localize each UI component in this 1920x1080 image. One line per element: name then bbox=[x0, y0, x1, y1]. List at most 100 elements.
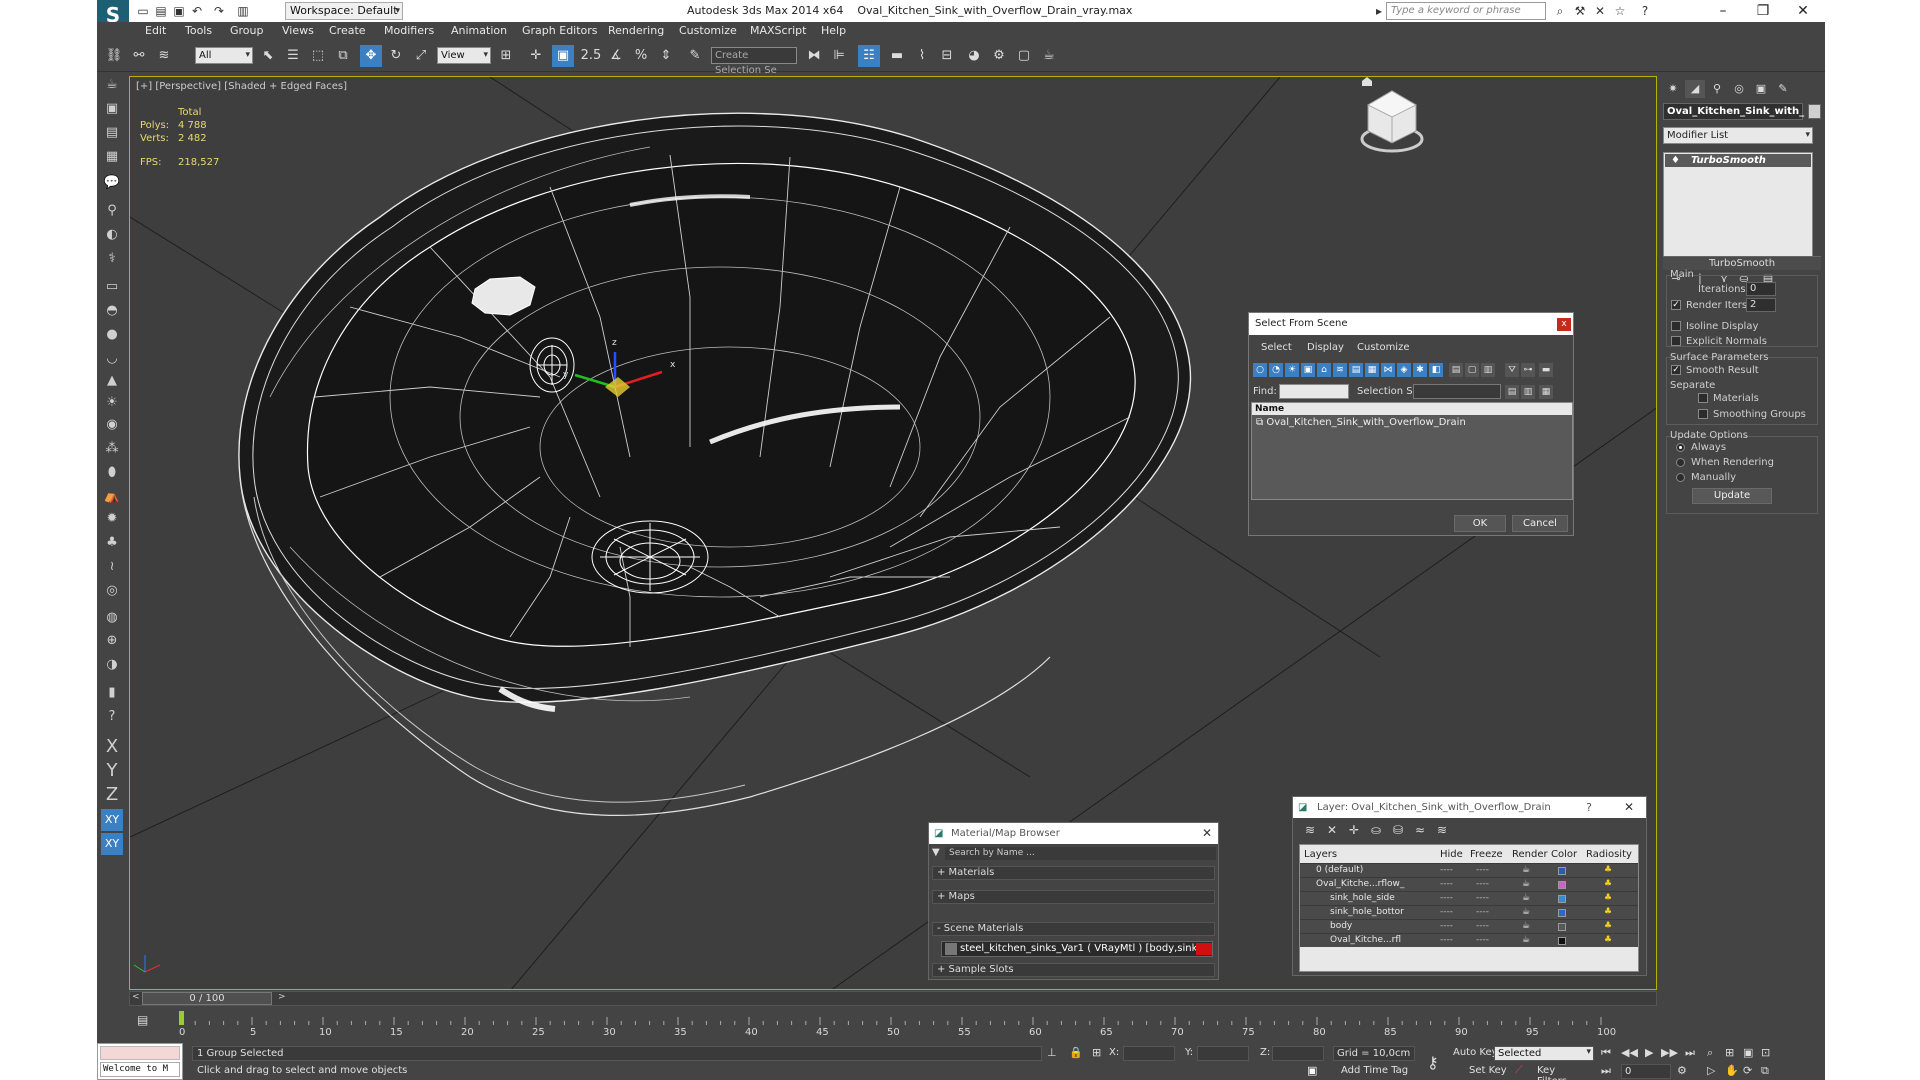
always-radio[interactable] bbox=[1676, 443, 1685, 452]
hide-toggle[interactable]: ---- bbox=[1440, 935, 1453, 945]
y-coord-field[interactable] bbox=[1197, 1046, 1249, 1061]
redo-icon[interactable]: ↷ bbox=[211, 3, 227, 19]
angle-snap-icon[interactable]: ∡ bbox=[605, 45, 627, 67]
bind-spacewarp-icon[interactable]: ≋ bbox=[153, 45, 175, 67]
radiosity-icon[interactable]: ♣ bbox=[1604, 879, 1612, 889]
smooth-result-checkbox[interactable]: ✓ bbox=[1671, 365, 1681, 375]
separate-smoothing-groups-checkbox[interactable] bbox=[1698, 409, 1708, 419]
current-frame-marker[interactable] bbox=[179, 1011, 184, 1025]
menu-graph-editors[interactable]: Graph Editors bbox=[522, 24, 598, 37]
grid-table-icon[interactable]: ▦ bbox=[101, 146, 123, 168]
menu-help[interactable]: Help bbox=[821, 24, 846, 37]
render-teapot-icon[interactable]: ☕ bbox=[1522, 921, 1530, 931]
add-to-layer-icon[interactable]: ✛ bbox=[1345, 822, 1363, 838]
menu-customize[interactable]: Customize bbox=[1357, 342, 1410, 353]
sphere-icon[interactable]: ● bbox=[101, 324, 123, 346]
menu-animation[interactable]: Animation bbox=[451, 24, 507, 37]
delete-layer-icon[interactable]: ✕ bbox=[1323, 822, 1341, 838]
hierarchy-icon[interactable]: ⚲ bbox=[101, 200, 123, 222]
modifier-list-dropdown[interactable]: Modifier List ▾ bbox=[1663, 127, 1813, 144]
home-icon[interactable] bbox=[1362, 77, 1372, 86]
col-layers[interactable]: Layers bbox=[1304, 849, 1337, 860]
add-object-icon[interactable]: ⊕ bbox=[101, 630, 123, 652]
sink-mesh[interactable] bbox=[238, 112, 1192, 817]
hide-toggle[interactable]: ---- bbox=[1440, 893, 1453, 903]
x-axis-icon[interactable]: X bbox=[101, 736, 123, 758]
layer-row[interactable]: body ---- ---- ☕ ♣ bbox=[1300, 919, 1638, 933]
dialog-title-bar[interactable]: ◪ Material/Map Browser ✕ bbox=[929, 823, 1218, 844]
viewcube[interactable] bbox=[1360, 90, 1424, 153]
layer-manager-icon[interactable]: ☷ bbox=[858, 45, 880, 67]
selection-set-dropdown[interactable] bbox=[1413, 384, 1501, 399]
menu-tools[interactable]: Tools bbox=[185, 24, 212, 37]
fov-icon[interactable]: ▷ bbox=[1707, 1064, 1715, 1077]
when-rendering-radio[interactable] bbox=[1676, 458, 1685, 467]
eye-icon[interactable]: ◑ bbox=[101, 654, 123, 676]
unlink-icon[interactable]: ⚯ bbox=[128, 45, 150, 67]
time-slider[interactable]: < 0 / 100 > bbox=[129, 991, 1657, 1006]
menu-display[interactable]: Display bbox=[1307, 342, 1344, 353]
hide-all-layers-icon[interactable]: ≈ bbox=[1411, 822, 1429, 838]
pivot-center-icon[interactable]: ⊞ bbox=[495, 45, 517, 67]
freeze-toggle[interactable]: ---- bbox=[1476, 865, 1489, 875]
rendered-frame-window-icon[interactable]: ▢ bbox=[1013, 45, 1035, 67]
drain[interactable] bbox=[591, 520, 709, 594]
filter-lights-icon[interactable]: ☀ bbox=[1285, 363, 1299, 377]
tent-icon[interactable]: ⛺ bbox=[101, 486, 123, 508]
key-mode-dropdown[interactable]: Selected ▾ bbox=[1494, 1046, 1594, 1061]
graphite-ribbon-icon[interactable]: ▬ bbox=[886, 45, 908, 67]
maxscript-output[interactable]: Welcome to M bbox=[100, 1062, 180, 1077]
layer-row[interactable]: 0 (default) ---- ---- ☕ ♣ bbox=[1300, 863, 1638, 877]
help-circle-icon[interactable]: ? bbox=[101, 706, 123, 728]
table-icon[interactable]: ▤ bbox=[101, 122, 123, 144]
close-icon[interactable]: ✕ bbox=[1202, 823, 1212, 844]
cone-icon[interactable]: ▲ bbox=[101, 370, 123, 392]
select-rotate-icon[interactable]: ↻ bbox=[385, 45, 407, 67]
create-tab-icon[interactable]: ✷ bbox=[1663, 80, 1683, 98]
search-by-name-input[interactable]: Search by Name ... bbox=[945, 847, 1216, 860]
sort-icon[interactable]: ▬ bbox=[1539, 363, 1553, 377]
time-slider-handle[interactable]: 0 / 100 bbox=[142, 992, 272, 1005]
radiosity-icon[interactable]: ♣ bbox=[1604, 921, 1612, 931]
play-icon[interactable]: ▶ bbox=[1645, 1046, 1653, 1059]
motion-tab-icon[interactable]: ◎ bbox=[1729, 80, 1749, 98]
dialog-title-bar[interactable]: Select From Scene bbox=[1249, 313, 1573, 335]
layer-color-swatch[interactable] bbox=[1558, 923, 1566, 931]
menu-rendering[interactable]: Rendering bbox=[608, 24, 664, 37]
xy-cycle-icon[interactable]: XY bbox=[101, 833, 123, 855]
plant-icon[interactable]: ♣ bbox=[101, 532, 123, 554]
project-folder-icon[interactable]: ▥ bbox=[235, 3, 251, 19]
screen-icon[interactable]: ▣ bbox=[101, 98, 123, 120]
menu-group[interactable]: Group bbox=[230, 24, 264, 37]
rectangular-selection-icon[interactable]: ⬚ bbox=[307, 45, 329, 67]
section-scene-materials[interactable]: - Scene Materials bbox=[932, 922, 1215, 936]
orbit-icon[interactable]: ⟳ bbox=[1743, 1064, 1752, 1077]
isoline-checkbox[interactable] bbox=[1671, 321, 1681, 331]
radiosity-icon[interactable]: ♣ bbox=[1604, 865, 1612, 875]
section-maps[interactable]: + Maps bbox=[932, 890, 1215, 904]
col-color[interactable]: Color bbox=[1551, 849, 1577, 860]
binoculars-icon[interactable]: ⌕ bbox=[1552, 3, 1568, 19]
undo-icon[interactable]: ↶ bbox=[189, 3, 205, 19]
menu-maxscript[interactable]: MAXScript bbox=[750, 24, 806, 37]
filter-geometry-icon[interactable]: ○ bbox=[1253, 363, 1267, 377]
speech-icon[interactable]: 💬 bbox=[101, 172, 123, 194]
filter-containers-icon[interactable]: ◈ bbox=[1397, 363, 1411, 377]
radiosity-icon[interactable]: ♣ bbox=[1604, 935, 1612, 945]
hierarchy-tab-icon[interactable]: ⚲ bbox=[1707, 80, 1727, 98]
goto-start-icon[interactable]: ⏮ bbox=[1601, 1046, 1611, 1060]
filter-spacewarps-icon[interactable]: ≋ bbox=[1333, 363, 1347, 377]
close-icon[interactable]: ✕ bbox=[1624, 797, 1634, 818]
separate-materials-checkbox[interactable] bbox=[1698, 393, 1708, 403]
communication-icon[interactable]: ✕ bbox=[1592, 3, 1608, 19]
time-config-icon[interactable]: ⚙ bbox=[1677, 1064, 1687, 1077]
highlight-layer-icon[interactable]: ⛁ bbox=[1389, 822, 1407, 838]
material-editor-icon[interactable]: ◕ bbox=[963, 45, 985, 67]
freeze-toggle[interactable]: ---- bbox=[1476, 879, 1489, 889]
render-iters-spinner[interactable]: 2 bbox=[1746, 298, 1776, 312]
help-icon[interactable]: ? bbox=[1586, 797, 1592, 818]
options-arrow-icon[interactable]: ▼ bbox=[932, 847, 940, 858]
render-teapot-icon[interactable]: ☕ bbox=[1522, 879, 1530, 889]
open-file-icon[interactable]: ▤ bbox=[153, 3, 169, 19]
select-none-icon[interactable]: ▢ bbox=[1465, 363, 1479, 377]
